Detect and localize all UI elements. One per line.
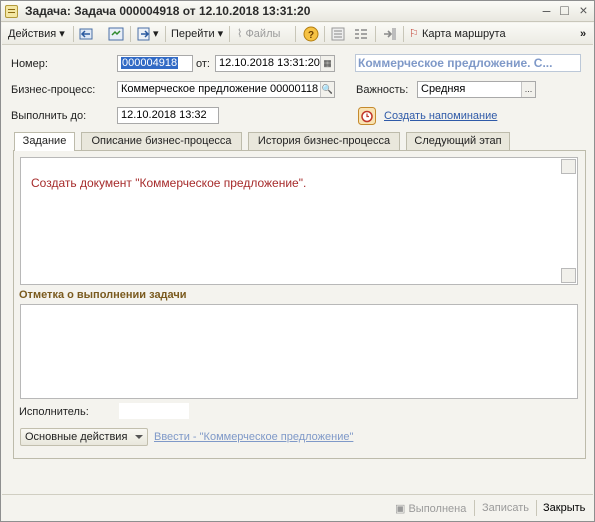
route-map-label: Карта маршрута [421, 28, 506, 40]
from-label: от: [196, 58, 210, 70]
calendar-icon[interactable]: ▦ [320, 56, 334, 71]
business-process-field[interactable]: Коммерческое предложение 00000118 🔍 [117, 81, 335, 98]
toolbar-separator [324, 26, 325, 42]
forward-icon[interactable] [382, 26, 398, 42]
goto-menu-label: Перейти [171, 28, 215, 40]
tab-business-process-description[interactable]: Описание бизнес-процесса [81, 132, 242, 150]
toolbar: Действия ▾ ▾ Перейти ▾ ⌇ Файлы ? ⚐ Карта… [2, 23, 593, 45]
tab-next-stage[interactable]: Следующий этап [406, 132, 510, 150]
business-process-title: Коммерческое предложение. С... [355, 54, 581, 72]
maximize-button[interactable]: □ [556, 3, 573, 19]
alarm-clock-icon[interactable] [358, 107, 376, 125]
mark-done-label: Выполнена [408, 503, 467, 515]
toolbar-separator [403, 26, 404, 42]
structure-icon[interactable] [330, 26, 346, 42]
help-icon[interactable]: ? [303, 26, 319, 42]
date-field[interactable]: 12.10.2018 13:31:20 ▦ [215, 55, 335, 72]
task-text: Создать документ "Коммерческое предложен… [31, 176, 307, 190]
due-value: 12.10.2018 13:32 [121, 109, 207, 121]
importance-label: Важность: [356, 84, 409, 96]
input-commercial-offer-link[interactable]: Ввести - "Коммерческое предложение" [154, 431, 353, 443]
create-reminder-link[interactable]: Создать напоминание [384, 110, 497, 122]
go-back-icon[interactable] [79, 26, 95, 42]
importance-value: Средняя [421, 83, 466, 95]
route-map-button[interactable]: ⚐ Карта маршрута [409, 26, 506, 42]
goto-menu[interactable]: Перейти ▾ [171, 26, 223, 42]
files-button[interactable]: ⌇ Файлы [237, 26, 280, 42]
toolbar-separator [295, 26, 296, 42]
navigate-dropdown-arrow[interactable]: ▾ [153, 26, 159, 42]
save-button[interactable]: Записать [482, 502, 529, 514]
task-description-box[interactable]: Создать документ "Коммерческое предложен… [20, 157, 578, 285]
toolbar-overflow[interactable]: » [580, 26, 586, 42]
search-icon[interactable]: 🔍 [320, 82, 334, 97]
list-icon[interactable] [353, 26, 369, 42]
business-process-value: Коммерческое предложение 00000118 [121, 83, 319, 95]
toolbar-separator [229, 26, 230, 42]
bottom-bar: ▣ Выполнена Записать Закрыть [2, 494, 593, 521]
scrollbar-top[interactable] [561, 159, 576, 174]
task-window: Задача: Задача 000004918 от 12.10.2018 1… [0, 0, 595, 522]
bottom-separator [536, 500, 537, 516]
actions-menu[interactable]: Действия ▾ [8, 26, 65, 42]
route-map-icon: ⚐ [409, 28, 419, 40]
toolbar-separator [165, 26, 166, 42]
svg-text:?: ? [308, 30, 314, 41]
importance-field[interactable]: Средняя ... [417, 81, 536, 98]
toolbar-separator [73, 26, 74, 42]
number-field[interactable]: 000004918 [117, 55, 193, 72]
number-value: 000004918 [121, 57, 179, 69]
main-actions-menu[interactable]: Основные действия [20, 428, 148, 446]
paperclip-icon: ⌇ [237, 28, 243, 40]
completion-note-field[interactable] [20, 304, 578, 399]
scrollbar-bottom[interactable] [561, 268, 576, 283]
refresh-icon[interactable] [108, 26, 124, 42]
executor-field[interactable] [119, 403, 189, 419]
date-value: 12.10.2018 13:31:20 [219, 57, 320, 69]
due-date-field[interactable]: 12.10.2018 13:32 [117, 107, 219, 124]
close-window-button[interactable]: × [575, 3, 592, 19]
chevron-down-icon [135, 435, 143, 439]
tab-business-process-history[interactable]: История бизнес-процесса [248, 132, 400, 150]
number-label: Номер: [11, 58, 48, 70]
tab-task[interactable]: Задание [14, 132, 75, 151]
files-button-label: Файлы [245, 28, 281, 40]
bottom-separator [474, 500, 475, 516]
toolbar-separator [375, 26, 376, 42]
actions-menu-label: Действия [8, 28, 57, 40]
close-button[interactable]: Закрыть [543, 502, 585, 514]
task-icon [5, 5, 18, 18]
clipboard-icon: ▣ [395, 503, 406, 515]
ellipsis-icon[interactable]: ... [521, 82, 535, 97]
due-label: Выполнить до: [11, 110, 87, 122]
window-title: Задача: Задача 000004918 от 12.10.2018 1… [25, 4, 311, 18]
completion-note-title: Отметка о выполнении задачи [19, 289, 187, 301]
main-actions-label: Основные действия [25, 431, 128, 443]
business-process-label: Бизнес-процесс: [11, 84, 96, 96]
title-bar: Задача: Задача 000004918 от 12.10.2018 1… [1, 1, 594, 22]
toolbar-separator [130, 26, 131, 42]
executor-label: Исполнитель: [19, 406, 89, 418]
minimize-button[interactable]: – [538, 3, 555, 19]
mark-done-button[interactable]: ▣ Выполнена [395, 502, 466, 515]
navigate-icon[interactable] [136, 26, 152, 42]
